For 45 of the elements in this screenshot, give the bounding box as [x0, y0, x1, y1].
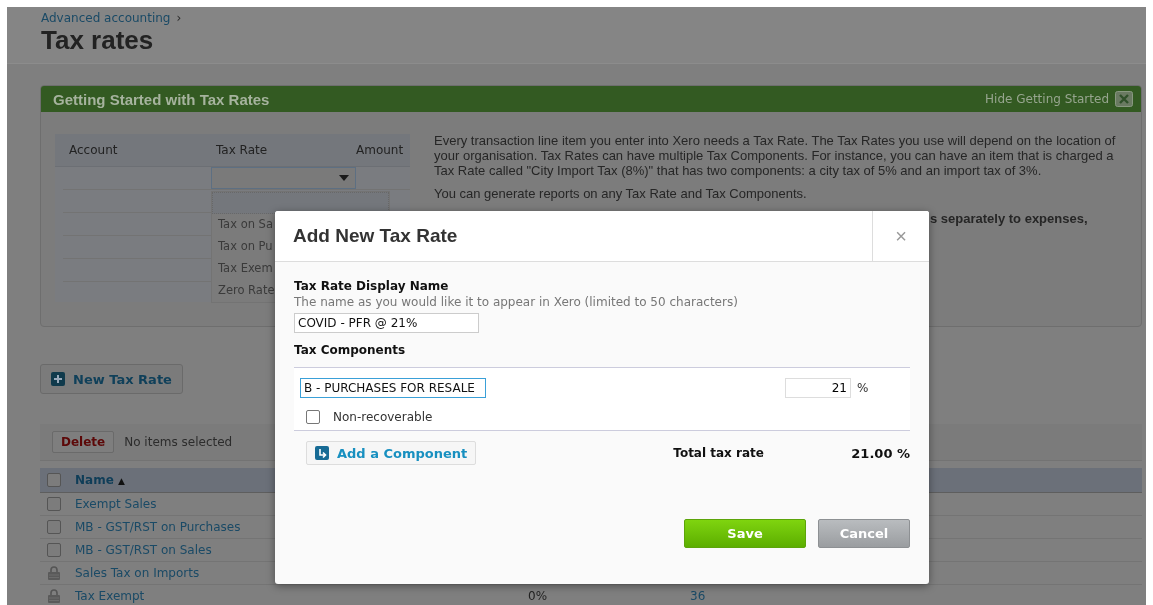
tax-rate-link[interactable]: Sales Tax on Imports — [75, 566, 200, 580]
row-checkbox[interactable] — [47, 520, 61, 534]
column-header: Account — [68, 143, 119, 157]
select-all-checkbox[interactable] — [47, 473, 61, 487]
field-hint: The name as you would like it to appear in Xero (limited to 50 characters) — [294, 295, 739, 309]
help-paragraph: Every transaction line item you enter into Xero needs a Tax Rate. The Tax Rates you use will depend on the location of your organisation. Tax Rates can have multiple Tax Components. For instance, you can have an item that is charged a Tax Rate called "City Import Tax (8%)" that has two components: a city tax of 5% and an import tax of 3%. — [434, 134, 1117, 179]
breadcrumb-separator: › — [176, 11, 182, 25]
count-link[interactable]: 36 — [690, 589, 706, 603]
add-component-button[interactable]: Add a Component — [306, 441, 477, 465]
new-tax-rate-button[interactable]: New Tax Rate — [40, 364, 183, 394]
column-header: Tax Rate — [215, 143, 269, 157]
tax-rate-link[interactable]: MB - GST/RST on Purchases — [75, 520, 241, 534]
dialog-title: Add New Tax Rate — [292, 224, 459, 248]
percent-unit: % — [857, 381, 869, 395]
percent-field[interactable]: 21 — [785, 378, 851, 398]
hide-getting-started-link[interactable]: Hide Getting Started — [985, 92, 1109, 106]
tax-rate-link[interactable]: MB - GST/RST on Sales — [75, 543, 212, 557]
tax-rate-link[interactable]: Exempt Sales — [75, 497, 157, 511]
section-label: Tax Components — [294, 343, 407, 357]
checkbox-label: Non-recoverable — [333, 410, 433, 424]
non-recoverable-checkbox[interactable] — [306, 410, 320, 424]
row-checkbox[interactable] — [47, 497, 61, 511]
row-checkbox[interactable] — [47, 543, 61, 557]
help-text: s separately to expenses, — [930, 211, 1089, 227]
plus-icon — [51, 372, 65, 386]
caret-icon — [339, 175, 349, 181]
page-title: Tax rates — [41, 25, 155, 56]
save-button[interactable]: Save — [684, 519, 806, 548]
help-paragraph: You can generate reports on any Tax Rate and Tax Components. — [434, 186, 808, 202]
total-label: Total tax rate — [673, 446, 765, 460]
panel-title: Getting Started with Tax Rates — [53, 90, 271, 108]
close-icon[interactable] — [1115, 91, 1133, 107]
field-label: Tax Rate Display Name — [294, 279, 450, 293]
close-button[interactable]: × — [872, 211, 929, 261]
cancel-button[interactable]: Cancel — [818, 519, 910, 548]
delete-button[interactable]: Delete — [52, 431, 115, 453]
breadcrumb-link[interactable]: Advanced accounting — [41, 11, 171, 25]
rate-cell: 0% — [528, 589, 548, 603]
tax-rate-link[interactable]: Tax Exempt — [75, 589, 145, 603]
selection-status: No items selected — [124, 435, 233, 449]
column-header: Amount — [355, 143, 404, 157]
display-name-field[interactable]: COVID - PFR @ 21% — [294, 313, 479, 333]
total-value: 21.00 % — [851, 445, 910, 461]
name-column-header[interactable]: Name ▲ — [75, 473, 125, 487]
component-field[interactable]: B - PURCHASES FOR RESALE — [300, 378, 486, 398]
